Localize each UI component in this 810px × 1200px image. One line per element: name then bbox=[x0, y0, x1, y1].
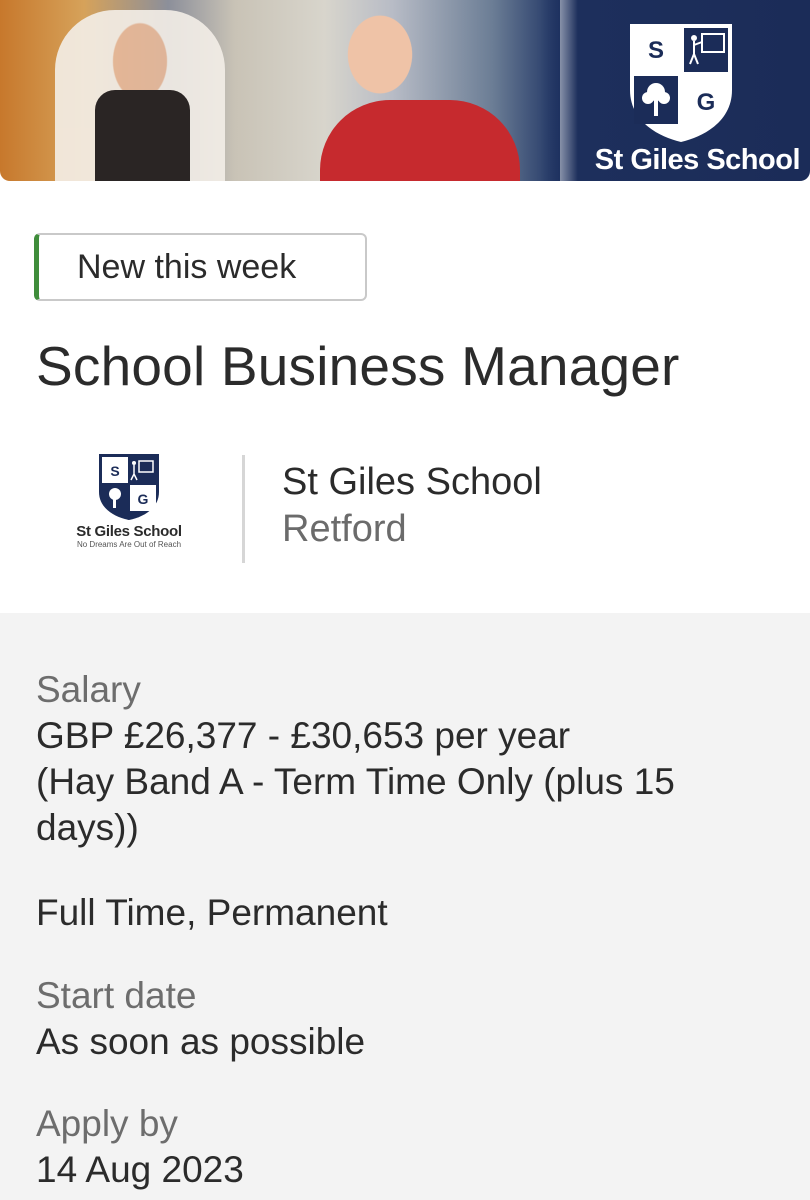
new-this-week-badge: New this week bbox=[34, 233, 367, 301]
header-banner: S G St Giles School bbox=[0, 0, 810, 181]
banner-school-name: St Giles School bbox=[594, 144, 801, 176]
svg-text:G: G bbox=[138, 491, 149, 507]
start-date-label: Start date bbox=[36, 975, 197, 1016]
employer-logo-tagline: No Dreams Are Out of Reach bbox=[76, 540, 182, 549]
salary-label: Salary bbox=[36, 669, 141, 710]
photo-child-right bbox=[330, 5, 430, 115]
svg-text:S: S bbox=[110, 463, 119, 479]
banner-photo bbox=[0, 0, 560, 181]
employer-name[interactable]: St Giles School bbox=[282, 461, 542, 504]
crest-letter-s: S bbox=[648, 37, 664, 64]
crest-letter-g: G bbox=[697, 89, 716, 116]
apply-by-value: 14 Aug 2023 bbox=[36, 1149, 244, 1190]
employer-crest-icon: S G bbox=[99, 454, 159, 520]
start-date-value: As soon as possible bbox=[36, 1021, 366, 1062]
employer-divider bbox=[242, 455, 245, 563]
contract-type: Full Time, Permanent bbox=[36, 892, 388, 933]
apply-by-label: Apply by bbox=[36, 1103, 178, 1144]
employer-logo[interactable]: S G St Giles School No Dreams Are Out of… bbox=[66, 452, 192, 556]
job-title: School Business Manager bbox=[36, 335, 680, 397]
school-crest-icon: S G bbox=[630, 24, 732, 142]
employer-logo-name: St Giles School bbox=[76, 523, 182, 540]
employer-location: Retford bbox=[282, 508, 407, 550]
photo-vest bbox=[95, 90, 190, 181]
salary-value-line2: (Hay Band A - Term Time Only (plus 15 bbox=[36, 761, 675, 802]
salary-value-line1: GBP £26,377 - £30,653 per year bbox=[36, 715, 571, 756]
job-details-panel: Salary GBP £26,377 - £30,653 per year (H… bbox=[0, 613, 810, 1200]
salary-value-line3: days)) bbox=[36, 807, 139, 848]
